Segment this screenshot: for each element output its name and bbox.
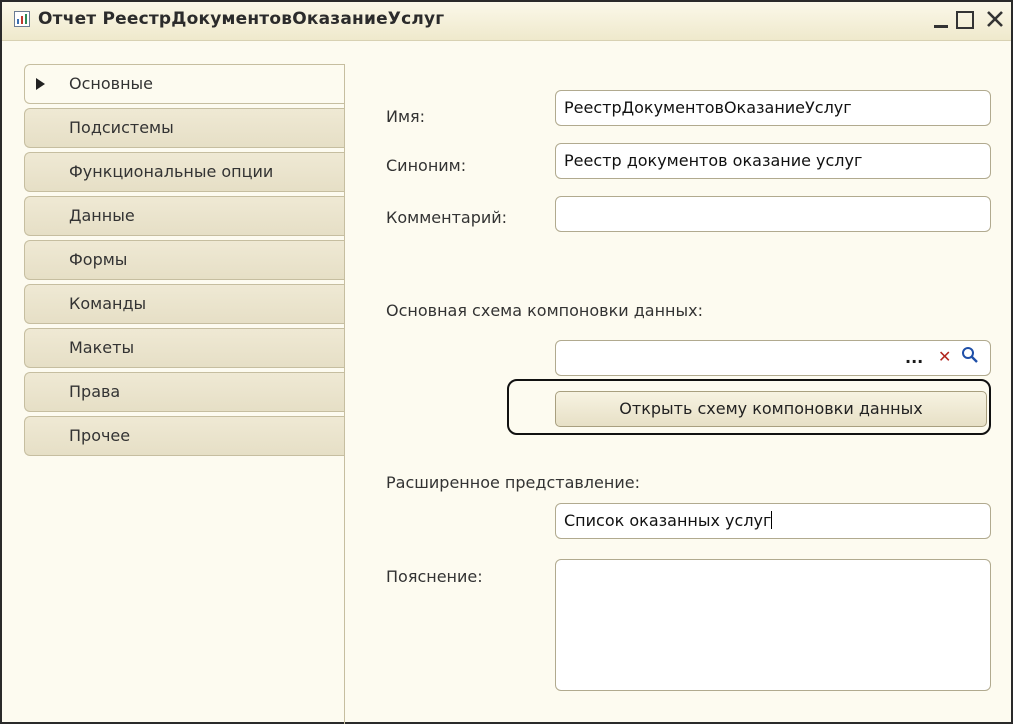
- choose-button[interactable]: ...: [905, 348, 923, 367]
- clear-icon[interactable]: ✕: [938, 347, 951, 366]
- tab-label: Функциональные опции: [69, 162, 274, 181]
- extended-representation-label: Расширенное представление:: [386, 473, 640, 492]
- tab-rights[interactable]: Права: [24, 372, 344, 412]
- tabs-divider: [344, 64, 345, 724]
- tab-label: Права: [69, 382, 121, 401]
- name-label: Имя:: [386, 107, 426, 126]
- schema-label: Основная схема компоновки данных:: [386, 301, 703, 320]
- extended-representation-value: Список оказанных услуг: [564, 511, 772, 530]
- window-title: Отчет РеестрДокументовОказаниеУслуг: [38, 9, 445, 29]
- tab-commands[interactable]: Команды: [24, 284, 344, 324]
- tab-templates[interactable]: Макеты: [24, 328, 344, 368]
- title-bar[interactable]: Отчет РеестрДокументовОказаниеУслуг: [2, 2, 1011, 41]
- extended-representation-field[interactable]: Список оказанных услуг: [555, 503, 991, 539]
- name-field[interactable]: РеестрДокументовОказаниеУслуг: [555, 90, 991, 126]
- explanation-textarea[interactable]: [555, 559, 991, 691]
- tab-label: Данные: [69, 206, 135, 225]
- tab-subsystems[interactable]: Подсистемы: [24, 108, 344, 148]
- synonym-field[interactable]: Реестр документов оказание услуг: [555, 143, 991, 179]
- text-caret: [771, 511, 773, 529]
- maximize-icon[interactable]: [954, 8, 978, 32]
- tab-forms[interactable]: Формы: [24, 240, 344, 280]
- search-icon[interactable]: [961, 345, 979, 369]
- explanation-label: Пояснение:: [386, 567, 483, 586]
- schema-field-buttons: ... ✕: [899, 340, 991, 376]
- comment-field[interactable]: [555, 196, 991, 232]
- title-separator: [2, 40, 1011, 41]
- tab-label: Подсистемы: [69, 118, 174, 137]
- tab-other[interactable]: Прочее: [24, 416, 344, 456]
- tab-label: Формы: [69, 250, 128, 269]
- report-icon: [14, 11, 30, 27]
- tab-arrow-icon: [36, 78, 45, 90]
- open-schema-button[interactable]: Открыть схему компоновки данных: [555, 391, 987, 427]
- tab-data[interactable]: Данные: [24, 196, 344, 236]
- close-icon[interactable]: [984, 8, 1008, 32]
- tab-main[interactable]: Основные: [24, 64, 344, 104]
- tab-label: Макеты: [69, 338, 135, 357]
- tab-label: Команды: [69, 294, 147, 313]
- comment-label: Комментарий:: [386, 208, 508, 227]
- section-tabs: Основные Подсистемы Функциональные опции…: [24, 64, 344, 460]
- minimize-icon[interactable]: [930, 8, 954, 32]
- synonym-label: Синоним:: [386, 156, 467, 175]
- tab-functional-options[interactable]: Функциональные опции: [24, 152, 344, 192]
- report-properties-window: Отчет РеестрДокументовОказаниеУслуг Осно…: [0, 0, 1013, 724]
- tab-label: Прочее: [69, 426, 131, 445]
- tab-label: Основные: [69, 74, 154, 93]
